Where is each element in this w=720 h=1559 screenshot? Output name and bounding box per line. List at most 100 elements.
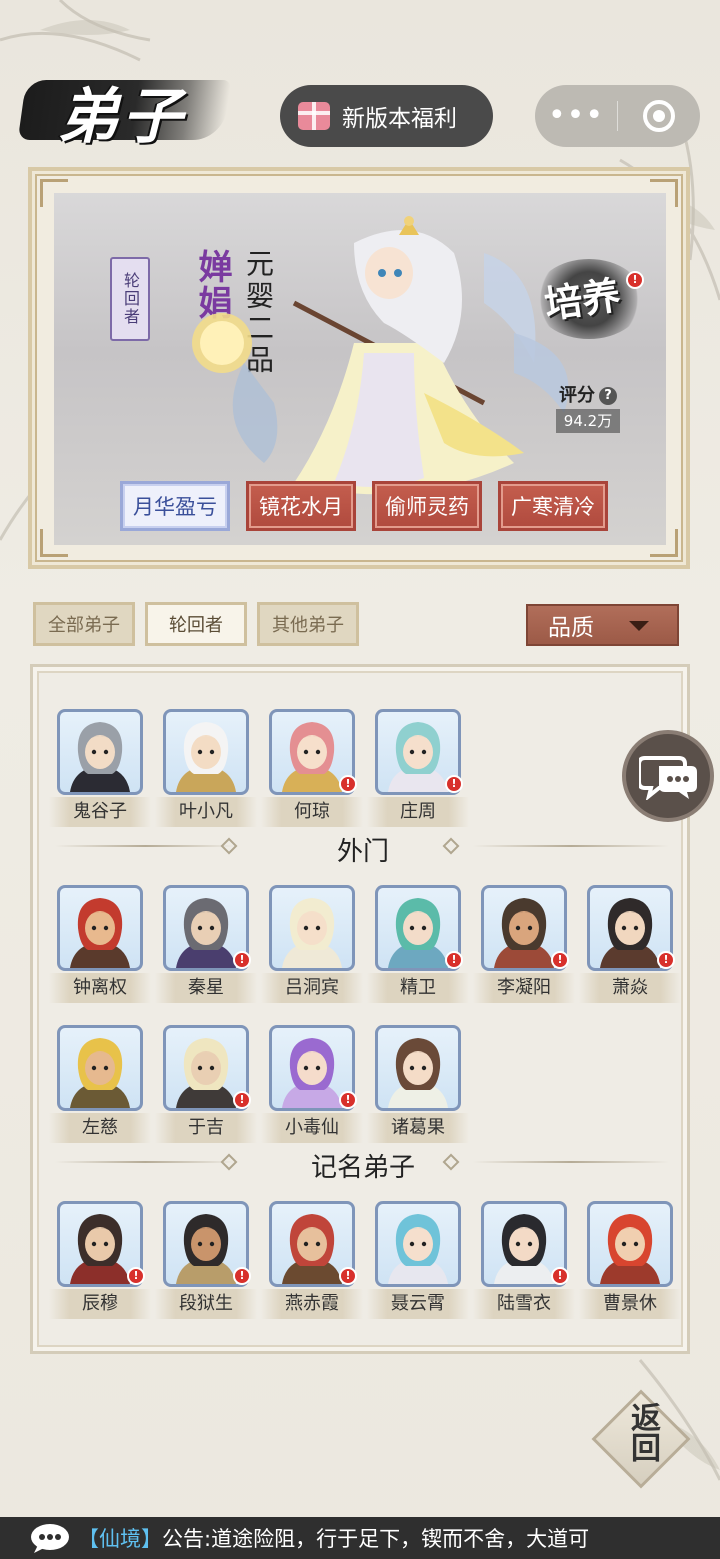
disciple-card[interactable]: 聂云霄 xyxy=(367,1201,469,1321)
tab-reincarnators[interactable]: 轮回者 xyxy=(145,602,247,646)
section-divider xyxy=(473,845,669,847)
skill-button-3[interactable]: 偷师灵药 xyxy=(372,481,482,531)
disciple-avatar-art xyxy=(388,1038,448,1108)
disciple-portrait xyxy=(57,1025,143,1111)
alert-badge: ! xyxy=(626,271,644,289)
help-icon[interactable]: ? xyxy=(599,387,617,405)
page-title-banner: 弟子 xyxy=(17,66,232,152)
alert-badge: ! xyxy=(657,951,675,969)
alert-badge: ! xyxy=(339,1091,357,1109)
disciple-card[interactable]: ! 辰穆 xyxy=(49,1201,151,1321)
disciple-portrait xyxy=(587,1201,673,1287)
disciple-portrait xyxy=(375,1201,461,1287)
alert-badge: ! xyxy=(339,775,357,793)
tab-all-disciples[interactable]: 全部弟子 xyxy=(33,602,135,646)
alert-badge: ! xyxy=(551,951,569,969)
close-miniprogram-button[interactable] xyxy=(618,100,700,132)
alert-badge: ! xyxy=(445,951,463,969)
disciple-name: 李凝阳 xyxy=(473,973,575,1003)
disciple-card[interactable]: ! 精卫 xyxy=(367,885,469,1005)
alert-badge: ! xyxy=(445,775,463,793)
disciple-name: 聂云霄 xyxy=(367,1289,469,1319)
score-label-group: 评分? xyxy=(559,381,617,407)
disciple-card[interactable]: 左慈 xyxy=(49,1025,151,1145)
disciple-avatar-art xyxy=(388,1214,448,1284)
more-menu-button[interactable]: ••• xyxy=(535,101,617,131)
chat-bubble-icon xyxy=(639,756,697,800)
return-button[interactable]: 返回 xyxy=(591,1389,691,1489)
cultivate-label: 培养 xyxy=(541,271,624,328)
disciple-name: 诸葛果 xyxy=(367,1113,469,1143)
disciple-card[interactable]: 叶小凡 xyxy=(155,709,257,829)
disciple-card[interactable]: ! 李凝阳 xyxy=(473,885,575,1005)
disciple-card[interactable]: ! 何琼 xyxy=(261,709,363,829)
skill-button-2[interactable]: 镜花水月 xyxy=(246,481,356,531)
announcement-channel: 【仙境】 xyxy=(78,1527,162,1551)
miniprogram-capsule: ••• xyxy=(535,85,700,147)
disciple-avatar-art xyxy=(70,898,130,968)
disciple-card[interactable]: ! 段狱生 xyxy=(155,1201,257,1321)
disciple-card[interactable]: ! 燕赤霞 xyxy=(261,1201,363,1321)
disciple-name: 陆雪衣 xyxy=(473,1289,575,1319)
quality-sort-dropdown[interactable]: 品质 xyxy=(526,604,679,646)
alert-badge: ! xyxy=(233,951,251,969)
disciple-card[interactable]: ! 于吉 xyxy=(155,1025,257,1145)
disciple-name: 鬼谷子 xyxy=(49,797,151,827)
new-version-bonus-button[interactable]: 新版本福利 xyxy=(280,85,493,147)
disciple-card[interactable]: 曹景休 xyxy=(579,1201,681,1321)
hero-character-art[interactable] xyxy=(184,213,604,513)
disciple-name: 于吉 xyxy=(155,1113,257,1143)
disciple-card[interactable]: 吕洞宾 xyxy=(261,885,363,1005)
dropdown-arrow-icon xyxy=(629,621,649,631)
hero-portrait-area: 轮回者 婵娟 元婴二品 培养 ! 评分 ? 94.2万 月华盈亏 镜花水月 偷师… xyxy=(54,193,666,545)
score-label: 评分 xyxy=(559,385,595,406)
section-title-outer: 外门 xyxy=(336,837,389,867)
disciple-card[interactable]: 鬼谷子 xyxy=(49,709,151,829)
disciple-card[interactable]: 诸葛果 xyxy=(367,1025,469,1145)
alert-badge: ! xyxy=(339,1267,357,1285)
disciple-avatar-art xyxy=(282,898,342,968)
disciple-card[interactable]: ! 陆雪衣 xyxy=(473,1201,575,1321)
alert-badge: ! xyxy=(233,1267,251,1285)
tab-other-disciples[interactable]: 其他弟子 xyxy=(257,602,359,646)
featured-disciple-panel: 轮回者 婵娟 元婴二品 培养 ! 评分 ? 94.2万 月华盈亏 镜花水月 偷师… xyxy=(28,167,690,569)
disciple-card[interactable]: ! 萧焱 xyxy=(579,885,681,1005)
disciple-name: 燕赤霞 xyxy=(261,1289,363,1319)
target-icon xyxy=(643,100,675,132)
disciple-portrait xyxy=(269,885,355,971)
announcement-bar[interactable]: 【仙境】 公告:道途险阻，行于足下，锲而不舍，大道可 xyxy=(0,1517,720,1559)
disciple-avatar-art xyxy=(70,1038,130,1108)
skill-button-4[interactable]: 广寒清冷 xyxy=(498,481,608,531)
disciple-name: 左慈 xyxy=(49,1113,151,1143)
disciple-name: 精卫 xyxy=(367,973,469,1003)
chat-float-button[interactable] xyxy=(622,730,714,822)
disciple-name: 庄周 xyxy=(367,797,469,827)
disciple-card[interactable]: ! 小毒仙 xyxy=(261,1025,363,1145)
disciple-avatar-art xyxy=(70,722,130,792)
disciple-name: 段狱生 xyxy=(155,1289,257,1319)
sort-label: 品质 xyxy=(548,615,594,641)
alert-badge: ! xyxy=(551,1267,569,1285)
disciple-name: 钟离权 xyxy=(49,973,151,1003)
disciple-name: 吕洞宾 xyxy=(261,973,363,1003)
alert-badge: ! xyxy=(127,1267,145,1285)
cultivate-button[interactable]: 培养 ! xyxy=(534,259,644,339)
disciple-name: 秦星 xyxy=(155,973,257,1003)
disciple-card[interactable]: ! 庄周 xyxy=(367,709,469,829)
disciple-portrait xyxy=(57,885,143,971)
announcement-text: 公告:道途险阻，行于足下，锲而不舍，大道可 xyxy=(162,1527,590,1551)
page-title: 弟子 xyxy=(58,82,186,152)
section-title-named: 记名弟子 xyxy=(310,1153,415,1183)
skill-button-1[interactable]: 月华盈亏 xyxy=(120,481,230,531)
section-divider xyxy=(473,1161,669,1163)
chat-icon xyxy=(31,1524,69,1553)
disciple-card[interactable]: ! 秦星 xyxy=(155,885,257,1005)
disciple-portrait xyxy=(375,1025,461,1111)
disciple-card[interactable]: 钟离权 xyxy=(49,885,151,1005)
disciple-roster: 鬼谷子 叶小凡! 何琼! 庄周 外门 钟离权! 秦星 吕洞宾! 精卫! 李凝阳! 萧焱左慈! 于吉… xyxy=(30,664,690,1354)
disciple-name: 萧焱 xyxy=(579,973,681,1003)
disciple-name: 叶小凡 xyxy=(155,797,257,827)
alert-badge: ! xyxy=(233,1091,251,1109)
disciple-name: 辰穆 xyxy=(49,1289,151,1319)
disciple-name: 小毒仙 xyxy=(261,1113,363,1143)
